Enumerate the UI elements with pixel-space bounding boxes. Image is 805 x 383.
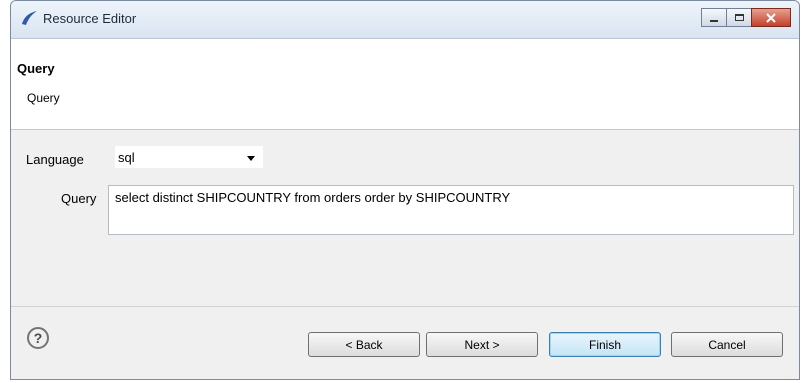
window-title: Resource Editor (43, 11, 137, 26)
language-label: Language (26, 152, 84, 167)
finish-button[interactable]: Finish (549, 332, 661, 357)
back-button[interactable]: < Back (308, 332, 420, 357)
help-icon[interactable]: ? (27, 327, 49, 349)
wizard-header: Query Query (11, 39, 799, 130)
minimize-button[interactable] (701, 8, 727, 27)
query-label: Query (61, 191, 97, 206)
page-description: Query (27, 91, 60, 105)
chevron-down-icon (247, 156, 255, 161)
next-button[interactable]: Next > (426, 332, 538, 357)
close-button[interactable] (751, 8, 791, 27)
maximize-button[interactable] (726, 8, 752, 27)
title-bar[interactable]: Resource Editor (11, 1, 799, 39)
eclipse-logo-icon (22, 11, 37, 25)
resource-editor-window: Resource Editor Query Query Language sql… (10, 0, 800, 380)
button-bar: ? < Back Next > Finish Cancel (11, 306, 799, 379)
page-title: Query (17, 61, 55, 76)
language-select[interactable]: sql (114, 145, 264, 169)
close-icon (766, 12, 776, 23)
minimize-icon (710, 19, 718, 22)
query-text: select distinct SHIPCOUNTRY from orders … (115, 190, 511, 205)
query-textarea[interactable]: select distinct SHIPCOUNTRY from orders … (108, 185, 794, 235)
language-value: sql (118, 150, 135, 165)
query-form: Language sql Query select distinct SHIPC… (11, 130, 799, 306)
cancel-button[interactable]: Cancel (671, 332, 783, 357)
maximize-icon (734, 14, 744, 21)
